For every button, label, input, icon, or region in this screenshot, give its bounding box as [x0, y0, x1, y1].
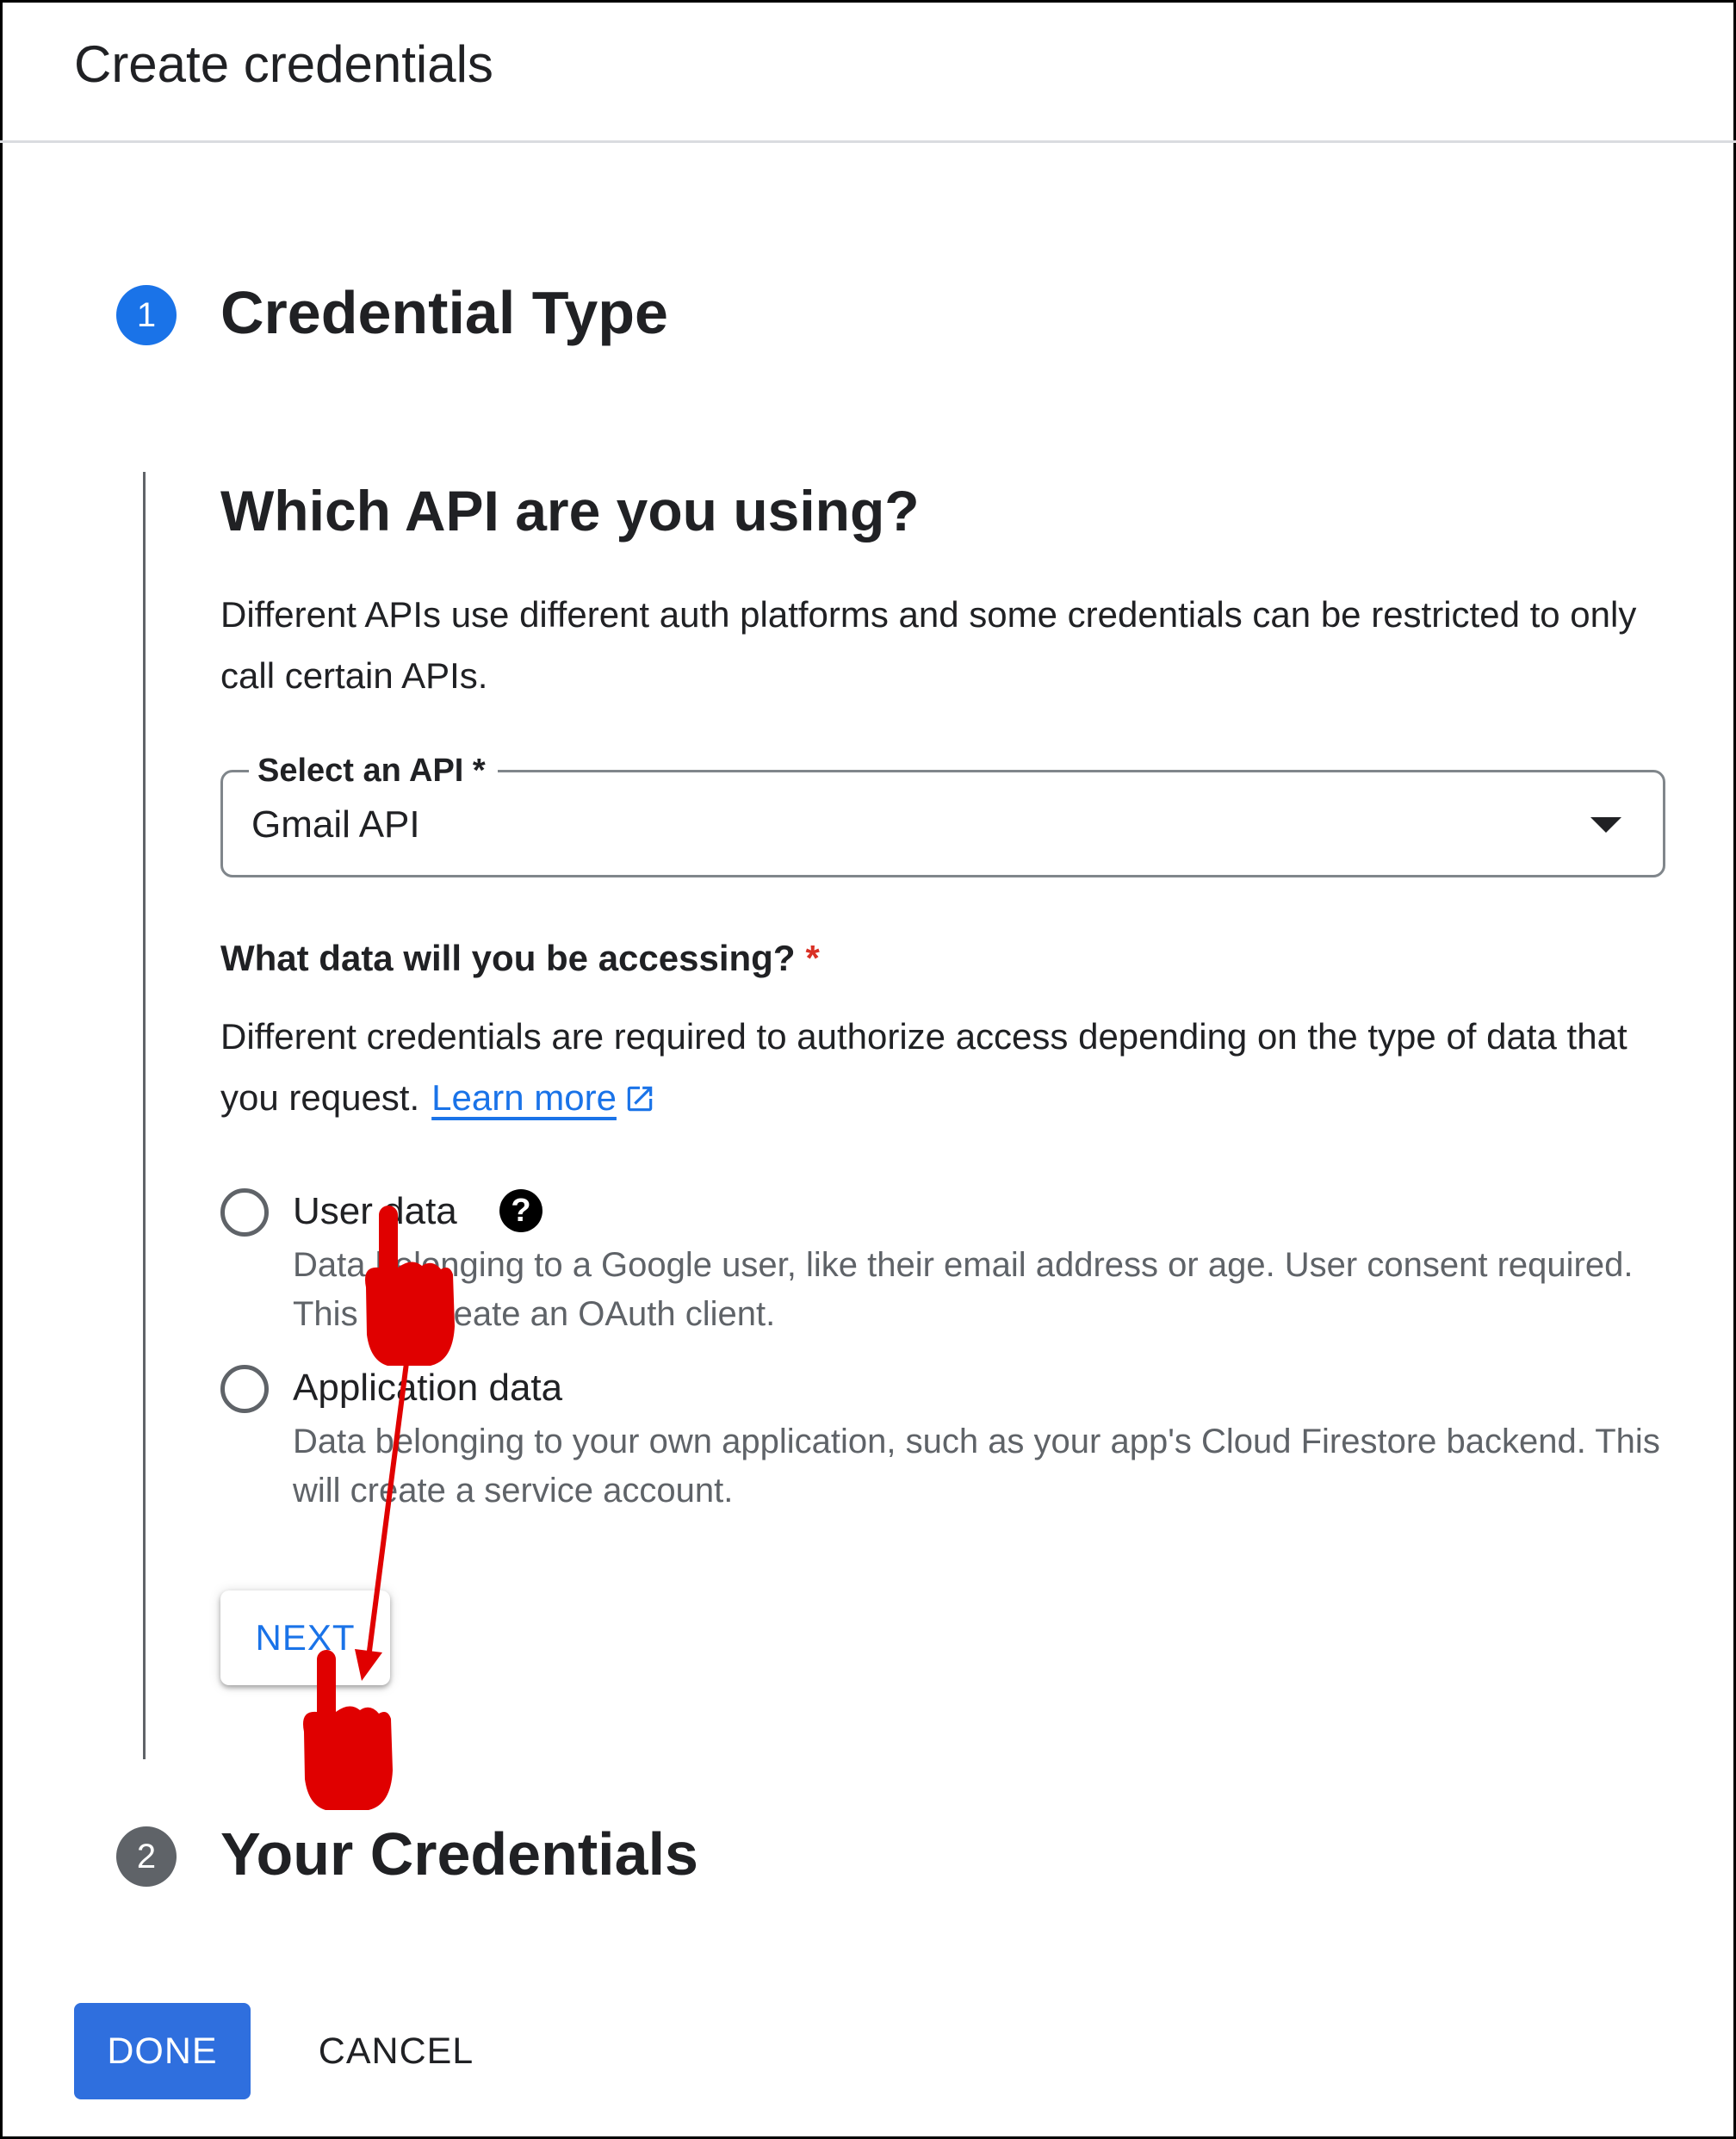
data-access-question: What data will you be accessing? *: [220, 938, 820, 979]
select-api-value: Gmail API: [251, 803, 420, 846]
dialog-header: Create credentials: [0, 0, 1736, 143]
data-access-description: Different credentials are required to au…: [220, 1006, 1684, 1128]
learn-more-text: Learn more: [431, 1077, 617, 1118]
api-section-description: Different APIs use different auth platfo…: [220, 594, 1637, 696]
dialog-title: Create credentials: [74, 35, 493, 93]
required-asterisk: *: [805, 938, 820, 978]
data-access-question-text: What data will you be accessing?: [220, 938, 796, 978]
external-link-icon: [627, 1086, 653, 1112]
user-data-description: Data belonging to a Google user, like th…: [293, 1246, 1634, 1333]
done-button[interactable]: DONE: [74, 2003, 251, 2099]
caret-down-icon[interactable]: [1590, 817, 1621, 833]
step-title-your-credentials: Your Credentials: [220, 1820, 698, 1888]
step-connector-line: [143, 472, 146, 1759]
user-data-label[interactable]: User data: [293, 1190, 457, 1233]
application-data-description: Data belonging to your own application, …: [293, 1423, 1660, 1510]
next-button[interactable]: NEXT: [220, 1590, 390, 1685]
learn-more-link[interactable]: Learn more: [431, 1077, 656, 1118]
application-data-label[interactable]: Application data: [293, 1367, 562, 1410]
select-api-dropdown[interactable]: Select an API * Gmail API: [220, 748, 1665, 877]
select-api-label: Select an API *: [249, 748, 498, 793]
user-data-radio[interactable]: [220, 1188, 269, 1237]
help-circle-icon[interactable]: ?: [499, 1189, 542, 1232]
cancel-button[interactable]: CANCEL: [293, 2003, 499, 2099]
api-section-heading: Which API are you using?: [220, 479, 920, 542]
step-number-1: 1: [116, 285, 177, 345]
application-data-radio[interactable]: [220, 1365, 269, 1413]
step-title-credential-type: Credential Type: [220, 279, 668, 346]
step-number-2: 2: [116, 1826, 177, 1887]
